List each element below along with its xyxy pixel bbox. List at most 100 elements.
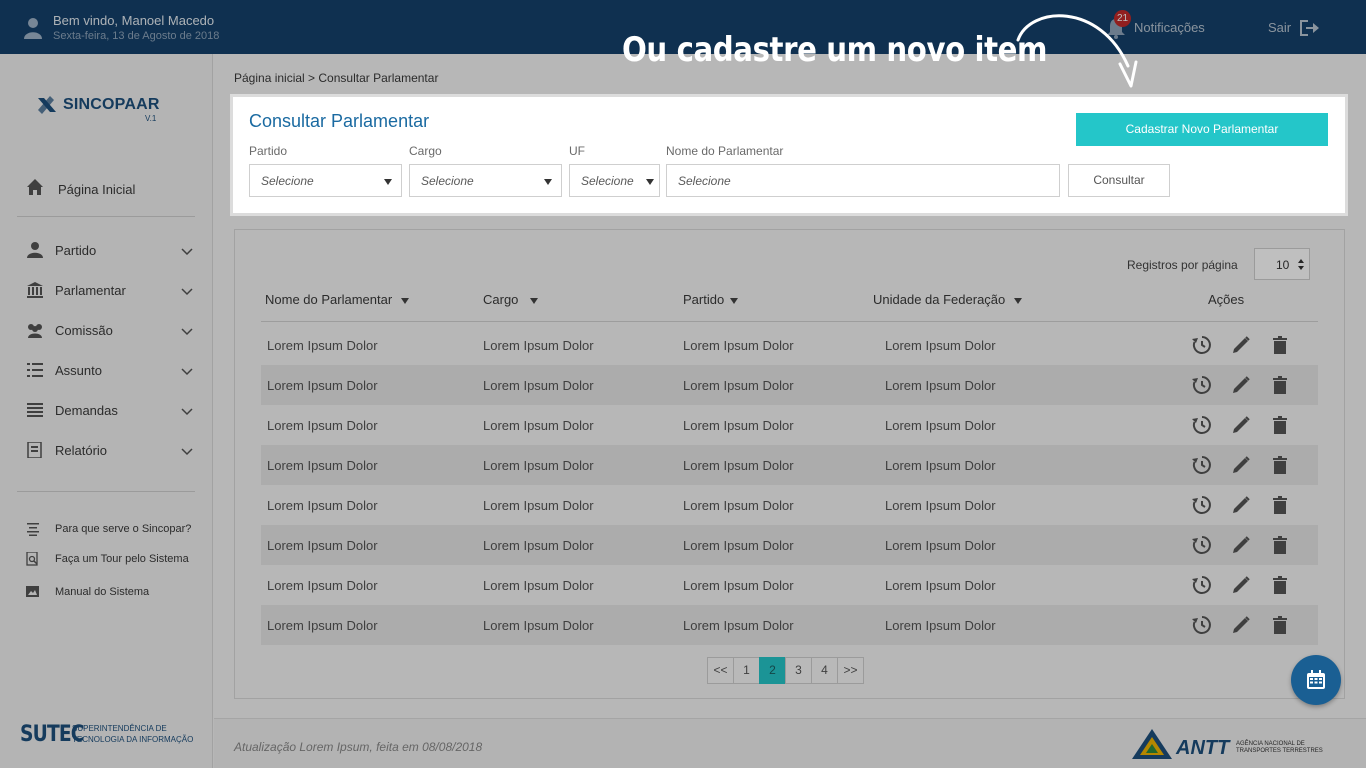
column-header-acoes: Ações [1208,292,1245,307]
pagination-prev[interactable]: << [707,657,734,684]
caret-down-icon [384,179,392,185]
consult-button[interactable]: Consultar [1068,164,1170,197]
table-cell: Lorem Ipsum Dolor [885,338,996,353]
uf-select[interactable]: Selecione [569,164,660,197]
align-icon [27,523,39,536]
user-icon [27,242,43,258]
trash-icon[interactable] [1270,495,1290,515]
partido-select[interactable]: Selecione [249,164,402,197]
chevron-down-icon [181,248,193,256]
history-icon[interactable] [1192,335,1212,355]
logout-icon [1300,20,1319,36]
add-parlamentar-button[interactable]: Cadastrar Novo Parlamentar [1076,113,1328,146]
table-cell: Lorem Ipsum Dolor [483,378,594,393]
edit-icon[interactable] [1231,495,1251,515]
sidebar-item-comissao[interactable]: Comissão [26,320,196,342]
table-cell: Lorem Ipsum Dolor [483,618,594,633]
column-header-label: Partido [683,292,725,307]
sidebar-item-home[interactable]: Página Inicial [26,178,196,200]
sidebar-item-partido[interactable]: Partido [26,240,196,262]
pagination-page-1[interactable]: 1 [733,657,760,684]
logout-label: Sair [1268,20,1292,35]
edit-icon[interactable] [1231,375,1251,395]
spin-down-icon[interactable] [1298,266,1304,270]
trash-icon[interactable] [1270,375,1290,395]
antt-subtitle: Agência Nacional de Transportes Terrestr… [1236,741,1323,754]
edit-icon[interactable] [1231,535,1251,555]
brand-logo[interactable]: SINCOPAAR V.1 [36,94,176,124]
history-icon[interactable] [1192,375,1212,395]
column-header-cargo[interactable]: Cargo [483,292,539,307]
table-cell: Lorem Ipsum Dolor [683,538,794,553]
list-icon [27,363,43,377]
page-title: Consultar Parlamentar [249,111,430,131]
cargo-select[interactable]: Selecione [409,164,562,197]
table-cell: Lorem Ipsum Dolor [483,578,594,593]
trash-icon[interactable] [1270,415,1290,435]
table-cell: Lorem Ipsum Dolor [483,458,594,473]
sort-down-icon [1014,297,1023,304]
per-page-stepper[interactable]: 10 [1254,248,1310,280]
help-item-manual[interactable]: Manual do Sistema [26,584,206,602]
calendar-button[interactable] [1291,655,1341,705]
select-value: Selecione [261,174,314,188]
home-icon [27,179,43,195]
nome-parlamentar-input[interactable]: Selecione [666,164,1060,197]
history-icon[interactable] [1192,575,1212,595]
edit-icon[interactable] [1231,455,1251,475]
sidebar-item-demandas[interactable]: Demandas [26,400,196,422]
sort-down-icon [401,297,410,304]
trash-icon[interactable] [1270,535,1290,555]
edit-icon[interactable] [1231,575,1251,595]
sidebar-item-assunto[interactable]: Assunto [26,360,196,382]
trash-icon[interactable] [1270,335,1290,355]
help-item-label: Para que serve o Sincopar? [55,523,192,535]
current-date: Sexta-feira, 13 de Agosto de 2018 [53,30,220,42]
table-row: Lorem Ipsum Dolor Lorem Ipsum Dolor Lorem … [261,565,1318,605]
report-icon [27,442,42,458]
pagination-page-4[interactable]: 4 [811,657,838,684]
sidebar-item-label: Comissão [55,323,113,338]
footer-update-text: Atualização Lorem Ipsum, feita em 08/08/… [234,740,483,754]
history-icon[interactable] [1192,535,1212,555]
trash-icon[interactable] [1270,455,1290,475]
sidebar-item-relatorio[interactable]: Relatório [26,440,196,462]
table-cell: Lorem Ipsum Dolor [683,458,794,473]
edit-icon[interactable] [1231,335,1251,355]
brand-name: SINCOPAAR [63,96,160,113]
per-page-value: 10 [1276,258,1290,272]
history-icon[interactable] [1192,455,1212,475]
column-header-partido[interactable]: Partido [683,292,739,307]
help-item-tour[interactable]: Faça um Tour pelo Sistema [26,551,206,569]
spin-up-icon[interactable] [1298,259,1304,263]
table-cell: Lorem Ipsum Dolor [885,458,996,473]
chevron-down-icon [181,368,193,376]
footer: Atualização Lorem Ipsum, feita em 08/08/… [214,718,1366,768]
trash-icon[interactable] [1270,615,1290,635]
input-value: Selecione [678,174,731,188]
field-label-nome: Nome do Parlamentar [666,144,784,158]
sidebar-item-parlamentar[interactable]: Parlamentar [26,280,196,302]
edit-icon[interactable] [1231,415,1251,435]
table-cell: Lorem Ipsum Dolor [267,418,378,433]
sidebar: SINCOPAAR V.1 Página Inicial Partido Par… [0,54,213,768]
edit-icon[interactable] [1231,615,1251,635]
logout-button[interactable]: Sair [1268,18,1324,40]
column-header-nome[interactable]: Nome do Parlamentar [265,292,410,307]
history-icon[interactable] [1192,415,1212,435]
pagination-next[interactable]: >> [837,657,864,684]
chevron-down-icon [181,328,193,336]
search-panel: Consultar Parlamentar Cadastrar Novo Par… [230,94,1348,216]
history-icon[interactable] [1192,495,1212,515]
history-icon[interactable] [1192,615,1212,635]
list-lines-icon [27,403,43,417]
trash-icon[interactable] [1270,575,1290,595]
tour-hint-text: Ou cadastre um novo item [622,30,1048,70]
column-header-uf[interactable]: Unidade da Federação [873,292,1023,307]
table-cell: Lorem Ipsum Dolor [267,378,378,393]
table-cell: Lorem Ipsum Dolor [885,578,996,593]
pagination-page-2[interactable]: 2 [759,657,786,684]
help-item-about[interactable]: Para que serve o Sincopar? [26,521,206,539]
pagination-page-3[interactable]: 3 [785,657,812,684]
table-cell: Lorem Ipsum Dolor [885,498,996,513]
